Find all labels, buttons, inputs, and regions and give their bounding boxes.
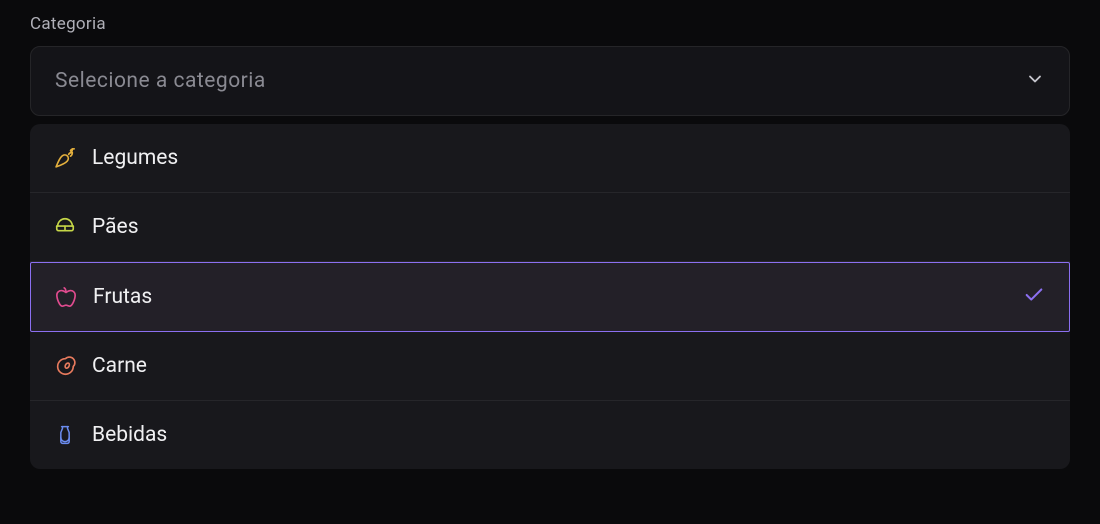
option-legumes[interactable]: Legumes	[30, 124, 1070, 193]
option-carne[interactable]: Carne	[30, 332, 1070, 401]
option-bebidas[interactable]: Bebidas	[30, 401, 1070, 469]
option-label: Frutas	[93, 285, 152, 309]
milk-icon	[54, 424, 76, 446]
option-label: Legumes	[92, 146, 178, 170]
option-label: Bebidas	[92, 423, 167, 447]
category-dropdown: Legumes Pães Frutas	[30, 124, 1070, 469]
category-select[interactable]: Selecione a categoria	[30, 46, 1070, 116]
option-paes[interactable]: Pães	[30, 193, 1070, 262]
carrot-icon	[54, 147, 76, 169]
option-label: Carne	[92, 354, 147, 378]
meat-icon	[54, 355, 76, 377]
option-label: Pães	[92, 215, 139, 239]
chevron-down-icon	[1025, 69, 1045, 93]
sandwich-icon	[54, 216, 76, 238]
select-placeholder: Selecione a categoria	[55, 69, 266, 93]
apple-icon	[55, 286, 77, 308]
option-frutas[interactable]: Frutas	[30, 262, 1070, 332]
check-icon	[1023, 284, 1045, 310]
field-label: Categoria	[30, 14, 1070, 34]
